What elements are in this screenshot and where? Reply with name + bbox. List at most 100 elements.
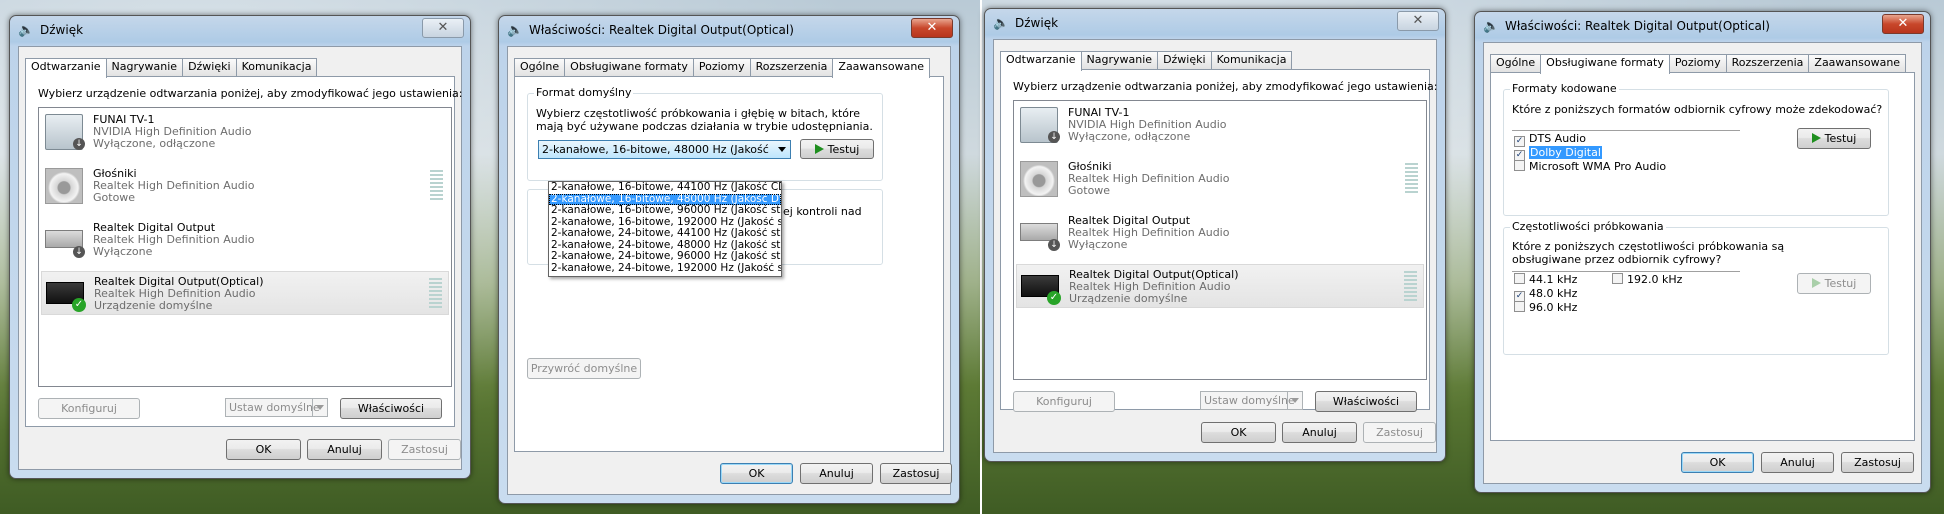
format-dts[interactable]: ✓ DTS Audio [1514, 132, 1586, 147]
rate-192[interactable]: 192.0 kHz [1612, 273, 1683, 286]
ok-button[interactable]: OK [1681, 452, 1754, 473]
checkbox-unchecked[interactable] [1612, 273, 1623, 284]
rate-label: 192.0 kHz [1627, 273, 1683, 286]
tab-general[interactable]: Ogólne [1490, 54, 1542, 72]
apply-button[interactable]: Zastosuj [880, 463, 952, 484]
apply-button[interactable]: Zastosuj [1363, 422, 1436, 443]
tab-sounds[interactable]: Dźwięki [182, 58, 237, 76]
tab-advanced[interactable]: Zaawansowane [1808, 54, 1907, 72]
ok-button[interactable]: OK [1201, 422, 1276, 443]
configure-button[interactable]: Konfiguruj [38, 398, 140, 419]
tab-playback[interactable]: Odtwarzanie [25, 58, 107, 78]
format-option[interactable]: 2-kanałowe, 16-bitowe, 44100 Hz (Jakość … [549, 182, 781, 194]
tab-enhancements[interactable]: Rozszerzenia [749, 58, 834, 76]
dialog-body: Odtwarzanie Nagrywanie Dźwięki Komunikacja … [993, 39, 1437, 453]
format-option[interactable]: 2-kanałowe, 24-bitowe, 48000 Hz (Jakość … [549, 240, 781, 252]
device-item-speakers[interactable]: Głośniki Realtek High Definition Audio G… [1016, 157, 1424, 199]
rate-96[interactable]: 96.0 kHz [1514, 301, 1577, 314]
test-label: Testuj [1824, 277, 1857, 290]
tab-supported-formats[interactable]: Obsługiwane formaty [1540, 54, 1670, 74]
test-encoded-button[interactable]: Testuj [1797, 128, 1871, 149]
tab-communications[interactable]: Komunikacja [1210, 51, 1293, 69]
tab-enhancements[interactable]: Rozszerzenia [1725, 54, 1810, 72]
ok-button[interactable]: OK [226, 439, 301, 460]
format-option[interactable]: 2-kanałowe, 24-bitowe, 192000 Hz (Jakość… [549, 263, 781, 275]
format-dropdown-list[interactable]: 2-kanałowe, 16-bitowe, 44100 Hz (Jakość … [548, 181, 782, 277]
title-bar: 🔈 Właściwości: Realtek Digital Output(Op… [499, 16, 959, 44]
checkbox-unchecked[interactable] [1514, 273, 1525, 284]
tab-recording[interactable]: Nagrywanie [105, 58, 184, 76]
tab-levels[interactable]: Poziomy [692, 58, 751, 76]
close-button[interactable]: ✕ [1397, 11, 1439, 31]
test-rates-button[interactable]: Testuj [1797, 273, 1871, 294]
device-status: Urządzenie domyślne [94, 299, 213, 312]
tab-communications[interactable]: Komunikacja [235, 58, 318, 76]
sample-rates-group: Częstotliwości próbkowania Które z poniż… [1503, 220, 1889, 355]
device-item-speakers[interactable]: Głośniki Realtek High Definition Audio G… [41, 164, 449, 206]
tab-strip: Ogólne Obsługiwane formaty Poziomy Rozszerz… [514, 56, 931, 78]
close-button[interactable]: ✕ [911, 18, 953, 38]
hidden-fragment: ej kontroli nad [783, 205, 862, 218]
properties-dialog-formats: 🔈 Właściwości: Realtek Digital Output(Op… [1474, 11, 1931, 493]
close-button[interactable]: ✕ [422, 18, 464, 38]
properties-dialog-advanced: 🔈 Właściwości: Realtek Digital Output(Op… [498, 15, 960, 504]
device-status: Wyłączone, odłączone [1068, 130, 1191, 143]
device-item-digital-optical[interactable]: ✓ Realtek Digital Output(Optical) Realte… [1016, 264, 1424, 308]
device-item-funai[interactable]: ↓ FUNAI TV-1 NVIDIA High Definition Audi… [1016, 103, 1424, 145]
device-item-digital-output[interactable]: ↓ Realtek Digital Output Realtek High De… [1016, 211, 1424, 253]
format-label: Microsoft WMA Pro Audio [1529, 160, 1667, 173]
properties-button[interactable]: Właściwości [1315, 391, 1417, 412]
encoded-question: Które z poniższych formatów odbiornik cy… [1512, 103, 1883, 116]
format-option[interactable]: 2-kanałowe, 16-bitowe, 96000 Hz (Jakość … [549, 205, 781, 217]
set-default-dropdown[interactable]: Ustaw domyślne [225, 398, 328, 417]
format-wma-pro[interactable]: Microsoft WMA Pro Audio [1514, 160, 1667, 173]
group-title: Częstotliwości próbkowania [1510, 220, 1666, 233]
tab-panel: Formaty kodowane Które z poniższych form… [1490, 72, 1915, 441]
restore-defaults-button[interactable]: Przywróć domyślne [527, 358, 641, 379]
configure-button[interactable]: Konfiguruj [1013, 391, 1115, 412]
apply-button[interactable]: Zastosuj [1841, 452, 1914, 473]
checkbox-unchecked[interactable] [1514, 301, 1525, 312]
format-label: DTS Audio [1529, 132, 1586, 145]
format-option[interactable]: 2-kanałowe, 16-bitowe, 192000 Hz (Jakość… [549, 217, 781, 229]
device-item-digital-optical[interactable]: ✓ Realtek Digital Output(Optical) Realte… [41, 271, 449, 315]
tab-sounds[interactable]: Dźwięki [1157, 51, 1212, 69]
window-title: Właściwości: Realtek Digital Output(Opti… [529, 23, 794, 37]
device-list[interactable]: ↓ FUNAI TV-1 NVIDIA High Definition Audi… [1013, 100, 1427, 380]
properties-button[interactable]: Właściwości [340, 398, 442, 419]
format-select[interactable]: 2-kanałowe, 16-bitowe, 48000 Hz (Jakość … [538, 140, 791, 159]
set-default-dropdown[interactable]: Ustaw domyślne [1200, 391, 1303, 410]
cancel-button[interactable]: Anuluj [307, 439, 382, 460]
apply-button[interactable]: Zastosuj [388, 439, 461, 460]
tab-recording[interactable]: Nagrywanie [1080, 51, 1159, 69]
close-button[interactable]: ✕ [1882, 14, 1924, 34]
device-list[interactable]: ↓ FUNAI TV-1 NVIDIA High Definition Audi… [38, 107, 452, 387]
down-arrow-icon: ↓ [73, 246, 85, 258]
ok-button[interactable]: OK [720, 463, 793, 484]
cancel-button[interactable]: Anuluj [1282, 422, 1357, 443]
tab-playback[interactable]: Odtwarzanie [1000, 51, 1082, 71]
rate-44[interactable]: 44.1 kHz [1514, 273, 1577, 286]
tab-supported-formats[interactable]: Obsługiwane formaty [564, 58, 694, 76]
rates-question: Które z poniższych częstotliwości próbko… [1512, 240, 1785, 266]
device-item-funai[interactable]: ↓ FUNAI TV-1 NVIDIA High Definition Audi… [41, 110, 449, 152]
device-status: Wyłączone [93, 245, 153, 258]
format-option-selected[interactable]: 2-kanałowe, 16-bitowe, 48000 Hz (Jakość … [549, 193, 781, 205]
tab-advanced[interactable]: Zaawansowane [832, 58, 931, 78]
checkbox-unchecked[interactable] [1514, 160, 1525, 171]
volume-meter [1404, 271, 1417, 301]
format-option[interactable]: 2-kanałowe, 24-bitowe, 96000 Hz (Jakość … [549, 251, 781, 263]
default-check-icon: ✓ [72, 298, 86, 312]
format-dolby[interactable]: ✓ Dolby Digital [1514, 146, 1602, 161]
format-option[interactable]: 2-kanałowe, 24-bitowe, 44100 Hz (Jakość … [549, 228, 781, 240]
device-item-digital-output[interactable]: ↓ Realtek Digital Output Realtek High De… [41, 218, 449, 260]
tab-general[interactable]: Ogólne [514, 58, 566, 76]
cancel-button[interactable]: Anuluj [1761, 452, 1834, 473]
rate-48[interactable]: ✓ 48.0 kHz [1514, 287, 1577, 302]
test-button[interactable]: Testuj [800, 139, 874, 159]
set-default-label: Ustaw domyślne [1204, 394, 1295, 407]
cancel-button[interactable]: Anuluj [800, 463, 873, 484]
tab-levels[interactable]: Poziomy [1668, 54, 1727, 72]
device-status: Wyłączone [1068, 238, 1128, 251]
format-select-value: 2-kanałowe, 16-bitowe, 48000 Hz (Jakość … [542, 143, 772, 156]
